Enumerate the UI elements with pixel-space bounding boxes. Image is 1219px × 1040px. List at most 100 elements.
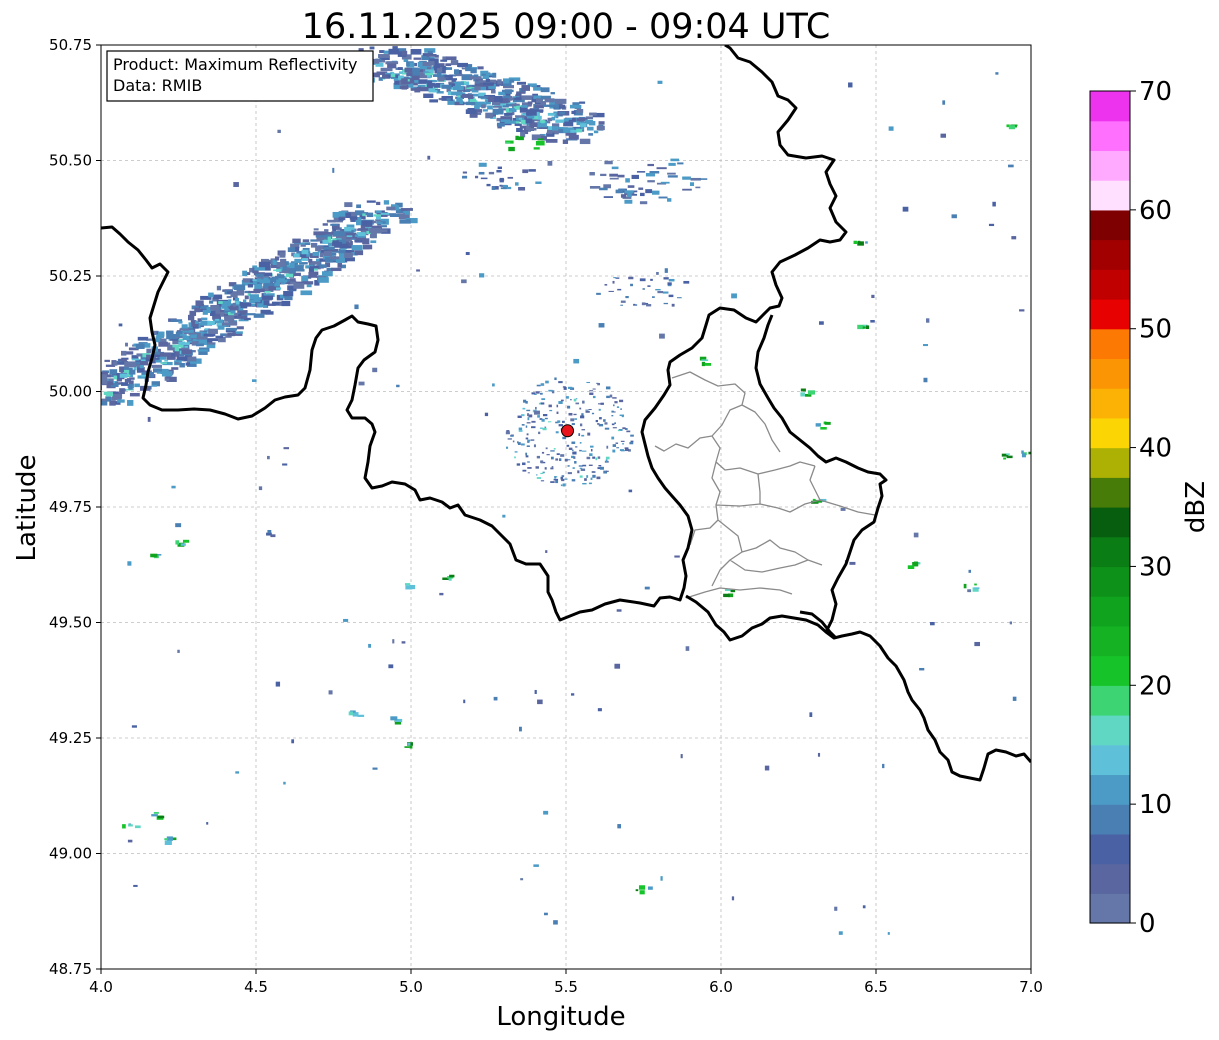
echo-pixel <box>690 182 695 186</box>
echo-pixel <box>576 108 584 113</box>
echo-pixel <box>372 767 378 770</box>
echo-pixel <box>516 463 521 466</box>
echo-pixel <box>196 336 208 340</box>
echo-pixel <box>495 101 501 106</box>
echo-pixel <box>560 484 563 487</box>
echo-pixel <box>541 120 545 124</box>
echo-pixel <box>518 726 522 732</box>
echo-pixel <box>275 681 281 687</box>
echo-pixel <box>596 476 601 480</box>
echo-pixel <box>282 266 287 271</box>
echo-pixel <box>585 410 590 413</box>
echo-pixel <box>651 190 660 195</box>
echo-pixel <box>230 293 238 298</box>
echo-pixel <box>510 435 514 437</box>
echo-pixel <box>284 296 293 301</box>
echo-pixel <box>592 456 596 459</box>
echo-pixel <box>579 101 586 104</box>
echo-pixel <box>581 450 587 452</box>
echo-pixel <box>616 609 622 612</box>
colorbar-segment <box>1090 417 1130 449</box>
y-tick-label: 49.75 <box>49 498 92 516</box>
echo-pixel <box>882 763 885 769</box>
echo-pixel <box>294 258 302 263</box>
echo-pixel <box>556 411 559 414</box>
echo-pixel <box>668 294 674 298</box>
echo-pixel <box>486 183 491 187</box>
echo-pixel <box>433 83 441 88</box>
echo-pixel <box>537 138 544 141</box>
echo-pixel <box>520 119 526 125</box>
echo-pixel <box>573 398 577 402</box>
echo-pixel <box>570 693 575 696</box>
echo-pixel <box>166 330 174 335</box>
echo-pixel <box>121 350 127 356</box>
echo-pixel <box>109 369 118 375</box>
echo-pixel <box>273 269 281 272</box>
echo-pixel <box>158 341 168 347</box>
echo-pixel <box>565 396 569 399</box>
echo-pixel <box>502 514 506 518</box>
echo-pixel <box>369 46 375 50</box>
echo-pixel <box>619 449 624 451</box>
echo-pixel <box>506 446 509 449</box>
echo-pixel <box>157 815 165 819</box>
echo-pixel <box>569 399 572 401</box>
echo-pixel <box>617 174 625 178</box>
echo-pixel <box>357 217 362 222</box>
echo-pixel <box>561 420 565 423</box>
echo-pixel <box>562 483 566 487</box>
echo-pixel <box>564 478 568 480</box>
echo-pixel <box>535 181 542 184</box>
echo-pixel <box>428 88 436 93</box>
echo-pixel <box>80 376 86 378</box>
echo-pixel <box>129 377 135 380</box>
echo-pixel <box>670 158 680 162</box>
echo-pixel <box>541 418 545 422</box>
echo-pixel <box>390 716 398 721</box>
echo-pixel <box>1021 453 1026 458</box>
echo-pixel <box>625 295 629 299</box>
echo-pixel <box>598 323 605 328</box>
echo-pixel <box>357 714 365 717</box>
echo-pixel <box>507 176 514 179</box>
x-tick-label: 4.0 <box>89 978 113 996</box>
echo-pixel <box>589 453 593 457</box>
echo-pixel <box>540 402 545 405</box>
echo-pixel <box>988 223 995 227</box>
echo-pixel <box>462 175 468 179</box>
echo-pixel <box>293 283 305 289</box>
echo-pixel <box>283 447 290 450</box>
echo-pixel <box>809 712 813 717</box>
echo-pixel <box>127 561 132 566</box>
echo-pixel <box>465 66 472 72</box>
echo-pixel <box>587 432 591 436</box>
echo-pixel <box>505 431 510 435</box>
echo-pixel <box>555 431 559 434</box>
echo-pixel <box>294 265 304 270</box>
echo-pixel <box>667 198 672 202</box>
echo-pixel <box>419 66 427 70</box>
echo-pixel <box>857 241 864 246</box>
echo-pixel <box>404 746 410 748</box>
echo-pixel <box>611 423 615 426</box>
echo-pixel <box>574 418 577 420</box>
echo-pixel <box>226 327 238 331</box>
echo-pixel <box>277 129 281 134</box>
echo-pixel <box>171 485 176 489</box>
echo-pixel <box>370 240 377 244</box>
echo-pixel <box>362 244 373 250</box>
echo-pixel <box>558 381 563 384</box>
echo-pixel <box>862 326 866 329</box>
echo-pixel <box>605 456 610 460</box>
echo-pixel <box>887 932 890 935</box>
echo-pixel <box>544 467 547 470</box>
echo-pixel <box>174 362 179 365</box>
echo-pixel <box>134 383 140 388</box>
echo-pixel <box>657 80 663 84</box>
echo-pixel <box>527 413 530 417</box>
echo-pixel <box>585 409 589 411</box>
echo-pixel <box>527 101 533 105</box>
echo-pixel <box>232 302 236 307</box>
echo-pixel <box>409 78 415 84</box>
